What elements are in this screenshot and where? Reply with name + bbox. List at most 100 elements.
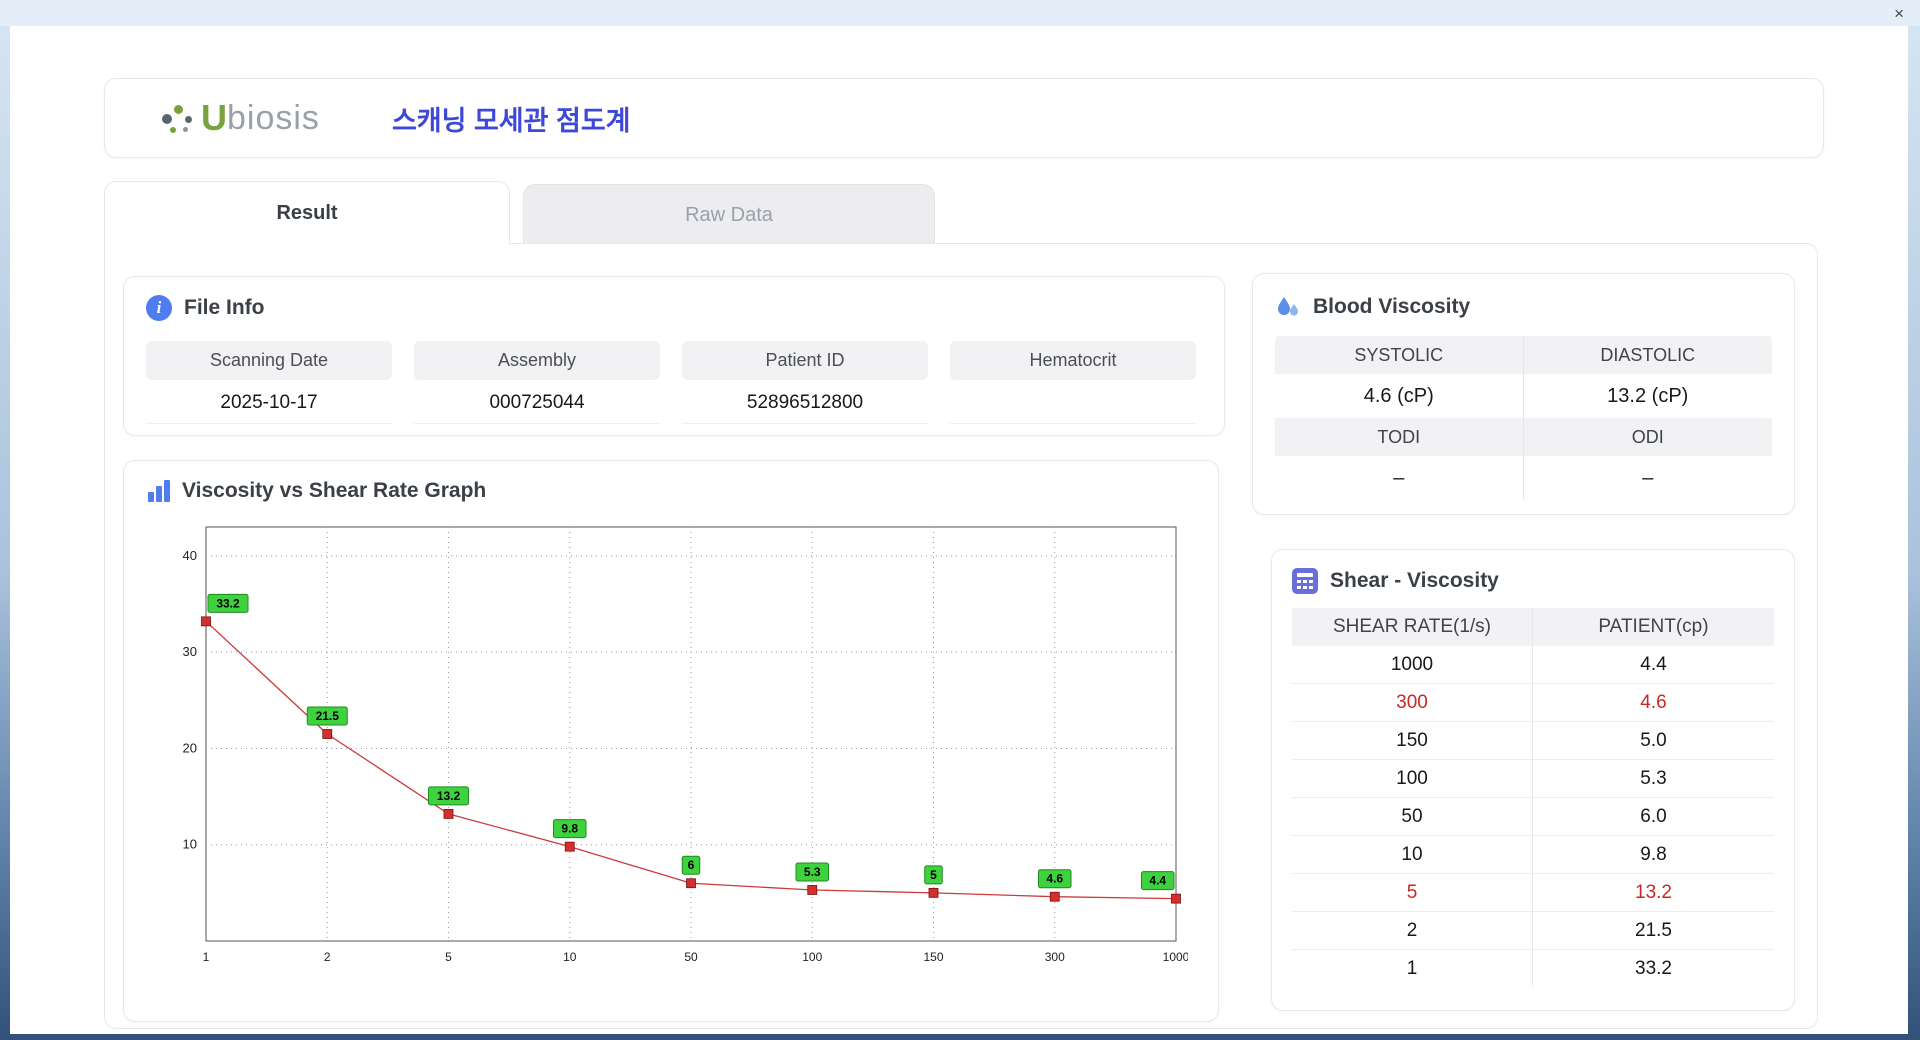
svg-text:300: 300 xyxy=(1045,950,1065,964)
header-card: U biosis 스캐닝 모세관 점도계 xyxy=(104,78,1824,158)
shear-viscosity-title-row: Shear - Viscosity xyxy=(1292,568,1774,594)
table-row: 221.5 xyxy=(1292,912,1774,950)
patient-viscosity-cell: 4.6 xyxy=(1533,684,1774,721)
svg-text:6: 6 xyxy=(688,858,695,872)
logo-text-rest: biosis xyxy=(227,99,320,138)
field-label: Assembly xyxy=(414,341,660,380)
table-row: 506.0 xyxy=(1292,798,1774,836)
shear-rate-column-header: SHEAR RATE(1/s) xyxy=(1292,608,1533,646)
svg-text:20: 20 xyxy=(183,740,197,755)
graph-title: Viscosity vs Shear Rate Graph xyxy=(182,479,486,503)
table-row: 10004.4 xyxy=(1292,646,1774,684)
file-info-field: Assembly000725044 xyxy=(414,341,660,424)
svg-text:10: 10 xyxy=(563,950,577,964)
graph-title-row: Viscosity vs Shear Rate Graph xyxy=(148,479,1194,503)
shear-viscosity-table: SHEAR RATE(1/s) PATIENT(cp) 10004.43004.… xyxy=(1292,608,1774,987)
shear-rate-cell: 1000 xyxy=(1292,646,1533,683)
table-row: 3004.6 xyxy=(1292,684,1774,722)
svg-text:4.4: 4.4 xyxy=(1149,874,1166,888)
systolic-value: 4.6 (cP) xyxy=(1275,374,1524,418)
shear-rate-cell: 2 xyxy=(1292,912,1533,949)
graph-card: Viscosity vs Shear Rate Graph 10 20 30 40 1 2… xyxy=(123,460,1219,1022)
field-label: Scanning Date xyxy=(146,341,392,380)
svg-text:150: 150 xyxy=(923,950,943,964)
file-info-title: File Info xyxy=(184,296,265,320)
blood-viscosity-card: Blood Viscosity SYSTOLIC DIASTOLIC 4.6 (… xyxy=(1252,273,1795,515)
patient-viscosity-cell: 4.4 xyxy=(1533,646,1774,683)
file-info-title-row: i File Info xyxy=(146,295,1202,321)
table-row: 1005.3 xyxy=(1292,760,1774,798)
table-row: 1505.0 xyxy=(1292,722,1774,760)
svg-text:9.8: 9.8 xyxy=(561,822,578,836)
patient-viscosity-cell: 9.8 xyxy=(1533,836,1774,873)
systolic-label: SYSTOLIC xyxy=(1275,336,1524,374)
file-info-fields: Scanning Date2025-10-17 Assembly000725044… xyxy=(146,341,1202,424)
droplet-icon xyxy=(1275,294,1301,320)
patient-viscosity-cell: 5.0 xyxy=(1533,722,1774,759)
svg-text:40: 40 xyxy=(183,548,197,563)
todi-label: TODI xyxy=(1275,418,1524,456)
shear-table-header: SHEAR RATE(1/s) PATIENT(cp) xyxy=(1292,608,1774,646)
patient-viscosity-cell: 5.3 xyxy=(1533,760,1774,797)
svg-text:5: 5 xyxy=(445,950,452,964)
svg-text:30: 30 xyxy=(183,644,197,659)
shear-table-body: 10004.43004.61505.01005.3506.0109.8513.2… xyxy=(1292,646,1774,987)
blood-viscosity-title-row: Blood Viscosity xyxy=(1275,294,1772,320)
patient-viscosity-cell: 6.0 xyxy=(1533,798,1774,835)
diastolic-label: DIASTOLIC xyxy=(1524,336,1773,374)
field-label: Hematocrit xyxy=(950,341,1196,380)
table-row: 513.2 xyxy=(1292,874,1774,912)
field-value xyxy=(950,380,1196,424)
info-icon: i xyxy=(146,295,172,321)
field-value: 000725044 xyxy=(414,380,660,424)
app-window: U biosis 스캐닝 모세관 점도계 Result Raw Data i F… xyxy=(10,26,1908,1034)
shear-rate-cell: 10 xyxy=(1292,836,1533,873)
tab-result[interactable]: Result xyxy=(104,181,510,245)
shear-rate-cell: 300 xyxy=(1292,684,1533,721)
svg-text:10: 10 xyxy=(183,837,197,852)
file-info-field: Scanning Date2025-10-17 xyxy=(146,341,392,424)
svg-text:5: 5 xyxy=(930,868,937,882)
shear-rate-cell: 5 xyxy=(1292,874,1533,911)
viscosity-vs-shear-rate-chart: 102030401251050100150300100033.221.513.2… xyxy=(148,511,1188,979)
svg-text:2: 2 xyxy=(324,950,331,964)
table-row: 109.8 xyxy=(1292,836,1774,874)
file-info-card: i File Info Scanning Date2025-10-17 Assem… xyxy=(123,276,1225,436)
file-info-field: Hematocrit xyxy=(950,341,1196,424)
table-row: 133.2 xyxy=(1292,950,1774,987)
logo-dots-icon xyxy=(157,97,199,139)
blood-viscosity-title: Blood Viscosity xyxy=(1313,295,1470,319)
ubiosis-logo: U biosis xyxy=(157,97,320,139)
patient-viscosity-cell: 33.2 xyxy=(1533,950,1774,987)
file-info-field: Patient ID52896512800 xyxy=(682,341,928,424)
svg-text:5.3: 5.3 xyxy=(804,865,821,879)
odi-value: – xyxy=(1524,456,1773,500)
svg-text:4.6: 4.6 xyxy=(1046,872,1063,886)
close-icon[interactable]: × xyxy=(1894,5,1904,22)
shear-rate-cell: 1 xyxy=(1292,950,1533,987)
diastolic-value: 13.2 (cP) xyxy=(1524,374,1773,418)
svg-text:33.2: 33.2 xyxy=(216,596,240,610)
patient-viscosity-cell: 21.5 xyxy=(1533,912,1774,949)
field-label: Patient ID xyxy=(682,341,928,380)
field-value: 2025-10-17 xyxy=(146,380,392,424)
bar-chart-icon xyxy=(148,480,170,502)
logo-text-u: U xyxy=(201,97,227,139)
svg-text:50: 50 xyxy=(684,950,698,964)
blood-viscosity-grid: SYSTOLIC DIASTOLIC 4.6 (cP) 13.2 (cP) TO… xyxy=(1275,336,1772,500)
svg-text:1: 1 xyxy=(203,950,210,964)
svg-text:13.2: 13.2 xyxy=(437,789,461,803)
os-titlebar: × xyxy=(0,0,1920,26)
tab-raw-data[interactable]: Raw Data xyxy=(523,184,935,245)
main-panel: i File Info Scanning Date2025-10-17 Assem… xyxy=(104,243,1818,1029)
shear-viscosity-title: Shear - Viscosity xyxy=(1330,569,1499,593)
shear-rate-cell: 50 xyxy=(1292,798,1533,835)
field-value: 52896512800 xyxy=(682,380,928,424)
svg-text:100: 100 xyxy=(802,950,822,964)
svg-text:1000: 1000 xyxy=(1163,950,1188,964)
calculator-icon xyxy=(1292,568,1318,594)
page-title: 스캐닝 모세관 점도계 xyxy=(392,99,631,138)
shear-rate-cell: 100 xyxy=(1292,760,1533,797)
shear-rate-cell: 150 xyxy=(1292,722,1533,759)
todi-value: – xyxy=(1275,456,1524,500)
